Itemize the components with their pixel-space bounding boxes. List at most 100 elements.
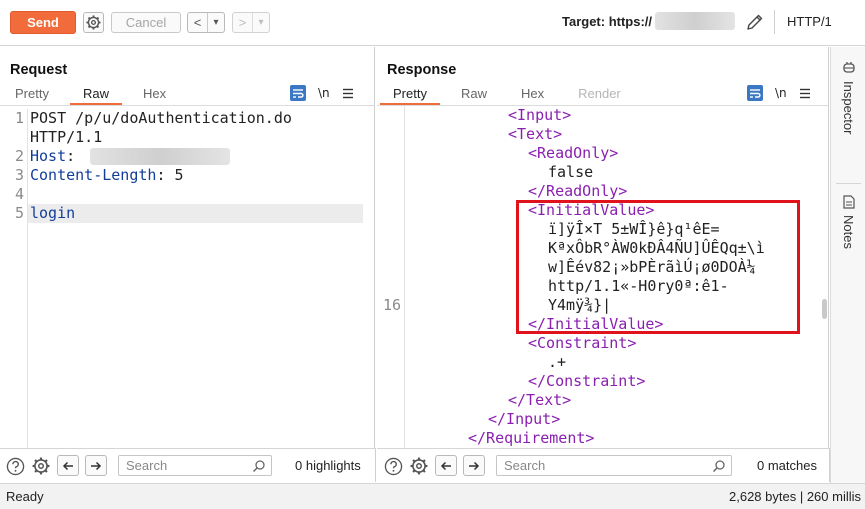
response-search-prev-button[interactable] [435,455,457,476]
header-name-host: Host [30,147,67,165]
arrow-right-icon [91,461,102,470]
response-size-timing: 2,628 bytes | 260 millis [729,489,861,504]
response-editor-options: \n [747,85,811,101]
response-search-input[interactable] [496,455,732,476]
response-editor[interactable]: 16 <Input> <Text> <ReadOnly> false </Rea… [377,106,828,448]
send-button[interactable]: Send [10,11,76,34]
inspector-icon [842,62,855,73]
sidebar-divider [836,183,861,184]
request-title: Request [10,62,68,78]
xml-tag: <Input> [508,106,572,124]
cancel-button[interactable]: Cancel [111,12,181,33]
request-newline-toggle[interactable]: \n [318,86,330,100]
line-number: 2 [14,147,24,165]
response-search-next-button[interactable] [463,455,485,476]
request-tabs: Pretty Raw Hex [2,85,179,105]
request-pane: Request Pretty Raw Hex \n 1 POST /p/u/do… [0,47,375,448]
forward-history-dropdown[interactable]: ▾ [253,13,269,32]
xml-tag: </Constraint> [528,372,646,390]
request-search-prev-button[interactable] [57,455,79,476]
xml-tag: <Text> [508,125,563,143]
request-editor-options: \n [290,85,354,101]
request-tab-pretty[interactable]: Pretty [2,85,62,105]
settings-button[interactable] [83,12,104,33]
request-tab-divider [0,105,374,106]
request-search-input[interactable] [118,455,272,476]
help-icon [384,457,402,475]
top-toolbar: Send Cancel < ▾ > ▾ Target: https:// HTT… [0,0,865,46]
response-search-bar: 0 matches [377,448,830,482]
header-name-content-length: Content-Length [30,166,157,184]
response-title: Response [387,62,457,78]
response-scrollbar-thumb[interactable] [822,299,827,319]
search-icon [252,460,265,473]
request-tab-raw[interactable]: Raw [69,85,122,105]
arrow-right-icon [469,461,480,470]
request-search-bar: 0 highlights [0,448,376,482]
line-number: 5 [14,204,24,222]
target-label: Target: https:// [562,14,653,29]
request-pretty-print-button[interactable] [290,85,306,101]
status-text: Ready [6,489,44,504]
help-icon [6,457,24,475]
response-tab-render[interactable]: Render [565,85,634,105]
request-search-settings-button[interactable] [31,456,51,476]
request-tab-hex[interactable]: Hex [130,85,179,105]
xml-tag: <Constraint> [528,334,637,352]
request-search-next-button[interactable] [85,455,107,476]
response-tab-pretty[interactable]: Pretty [380,85,440,105]
forward-button[interactable]: > [233,13,253,32]
gear-icon [32,457,50,475]
back-history-dropdown[interactable]: ▾ [208,13,224,32]
response-newline-toggle[interactable]: \n [775,86,787,100]
response-tab-raw[interactable]: Raw [448,85,500,105]
toolbar-divider [774,10,775,34]
inspector-tab[interactable]: Inspector [831,61,865,134]
initial-value-highlight-box [516,200,800,334]
header-separator: : [66,147,76,165]
status-bar: Ready 2,628 bytes | 260 millis [0,483,865,509]
arrow-left-icon [62,461,73,470]
line-number: 4 [14,185,24,203]
notes-label: Notes [841,215,856,249]
gear-icon [410,457,428,475]
response-search-help-button[interactable] [383,456,403,476]
response-gutter [377,106,405,448]
target-host-redacted [655,12,735,30]
http-version-selector[interactable]: HTTP/1 [787,14,832,29]
response-pretty-print-button[interactable] [747,85,763,101]
header-value-content-length: 5 [165,166,184,184]
back-nav-group: < ▾ [187,12,225,33]
request-editor[interactable]: 1 POST /p/u/doAuthentication.do HTTP/1.1… [0,109,374,448]
search-icon [712,460,725,473]
request-current-line-highlight [28,204,363,223]
response-tab-hex[interactable]: Hex [508,85,557,105]
xml-tag: </Text> [508,391,572,409]
request-line-1-wrap: HTTP/1.1 [30,128,103,146]
notes-tab[interactable]: Notes [831,195,865,249]
response-tabs: Pretty Raw Hex Render [380,85,634,105]
back-button[interactable]: < [188,13,208,32]
xml-tag: </Requirement> [468,429,595,447]
edit-target-button[interactable] [745,12,765,32]
line-number: 3 [14,166,24,184]
response-menu-icon[interactable] [799,88,811,99]
xml-tag: </Input> [488,410,561,428]
xml-text: .+ [548,353,567,371]
request-body-line: login [30,204,76,222]
xml-text: false [548,163,594,181]
request-line-3: Content-Length: 5 [30,166,184,185]
forward-nav-group: > ▾ [232,12,270,33]
host-value-redacted [90,148,230,165]
pencil-icon [747,14,763,30]
gear-icon [86,15,101,30]
line-number: 1 [14,109,24,127]
response-search-settings-button[interactable] [409,456,429,476]
request-search-help-button[interactable] [5,456,25,476]
request-menu-icon[interactable] [342,88,354,99]
xml-tag: </ReadOnly> [528,182,628,200]
inspector-sidebar: Inspector Notes [830,47,865,483]
wrap-lines-icon [750,88,761,98]
inspector-label: Inspector [841,81,856,135]
xml-tag: <ReadOnly> [528,144,619,162]
